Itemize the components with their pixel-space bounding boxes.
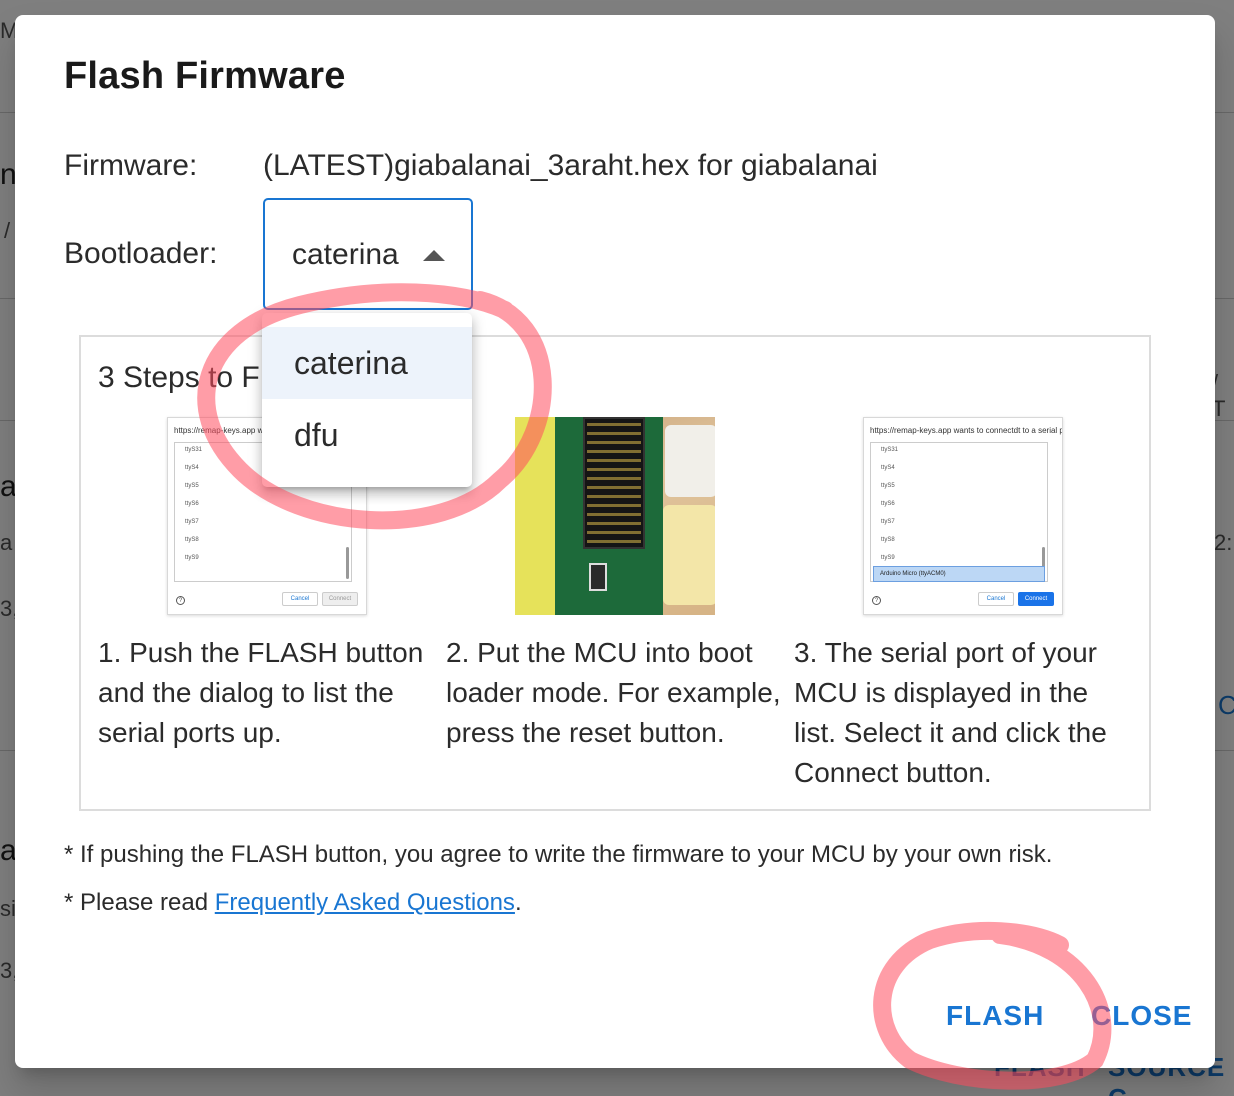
photo-case [515, 417, 555, 615]
step1-description: 1. Push the FLASH button and the dialog … [98, 637, 424, 748]
thumb-port-list: ttyS31 ttyS4 ttyS5 ttyS6 ttyS7 ttyS8 tty… [870, 442, 1048, 582]
help-icon: ? [872, 596, 881, 605]
faq-link[interactable]: Frequently Asked Questions [215, 889, 515, 916]
thumb-port-item: ttyS31 [881, 447, 899, 453]
thumb-port-item: ttyS9 [185, 555, 199, 561]
step3-screenshot: https://remap-keys.app wants to connectd… [863, 417, 1063, 615]
thumb-port-item: ttyS8 [185, 537, 199, 543]
thumb-selected-port: Arduino Micro (ttyACM0) [873, 566, 1045, 582]
step3-description: 3. The serial port of your MCU is displa… [794, 637, 1107, 788]
steps-title: 3 Steps to F [98, 361, 260, 394]
firmware-value: (LATEST)giabalanai_3araht.hex for giabal… [263, 149, 878, 182]
faq-note: * Please read Frequently Asked Questions… [64, 889, 522, 917]
thumb-port-item: ttyS31 [185, 447, 203, 453]
arrow-up-icon [423, 250, 445, 261]
photo-reset-switch [589, 563, 607, 591]
dialog-title: Flash Firmware [64, 55, 346, 97]
thumb-url: https://remap-keys.app wan [174, 426, 273, 435]
step2-mcu-photo [515, 417, 715, 615]
thumb-port-item: ttyS4 [185, 465, 199, 471]
thumb-port-item: ttyS5 [881, 483, 895, 489]
bootloader-option-dfu[interactable]: dfu [262, 399, 472, 471]
steps-panel: 3 Steps to F https://remap-keys.app wan … [79, 335, 1151, 811]
thumb-port-item: ttyS6 [881, 501, 895, 507]
thumb-port-item: ttyS6 [185, 501, 199, 507]
thumb-cancel-button: Cancel [282, 592, 318, 606]
firmware-label: Firmware: [64, 149, 198, 182]
photo-keycap [663, 505, 715, 605]
thumb-port-item: ttyS4 [881, 465, 895, 471]
step2-description: 2. Put the MCU into boot loader mode. Fo… [446, 637, 781, 748]
thumb-port-item: ttyS7 [881, 519, 895, 525]
thumb-connect-button: Connect [1018, 592, 1054, 606]
thumb-port-item: ttyS7 [185, 519, 199, 525]
thumb-cancel-button: Cancel [978, 592, 1014, 606]
flash-firmware-dialog: Flash Firmware Firmware: (LATEST)giabala… [15, 15, 1215, 1068]
risk-note: * If pushing the FLASH button, you agree… [64, 841, 1053, 868]
bootloader-option-caterina[interactable]: caterina [262, 327, 472, 399]
thumb-url: https://remap-keys.app wants to connectd… [870, 426, 1063, 435]
thumb-scrollbar [346, 547, 349, 579]
help-icon: ? [176, 596, 185, 605]
bootloader-selected-value: caterina [292, 238, 399, 271]
bootloader-select[interactable]: caterina [263, 198, 473, 310]
thumb-port-item: ttyS5 [185, 483, 199, 489]
thumb-connect-button: Connect [322, 592, 358, 606]
photo-keycap [665, 425, 715, 497]
bootloader-menu: caterina dfu [262, 313, 472, 487]
thumb-port-item: ttyS9 [881, 555, 895, 561]
faq-note-prefix: * Please read [64, 889, 215, 916]
thumb-port-item: ttyS8 [881, 537, 895, 543]
flash-button[interactable]: FLASH [946, 1000, 1044, 1032]
close-button[interactable]: CLOSE [1091, 1000, 1192, 1032]
bootloader-label: Bootloader: [64, 237, 218, 270]
photo-mcu-pins [587, 423, 641, 543]
faq-note-suffix: . [514, 889, 522, 916]
